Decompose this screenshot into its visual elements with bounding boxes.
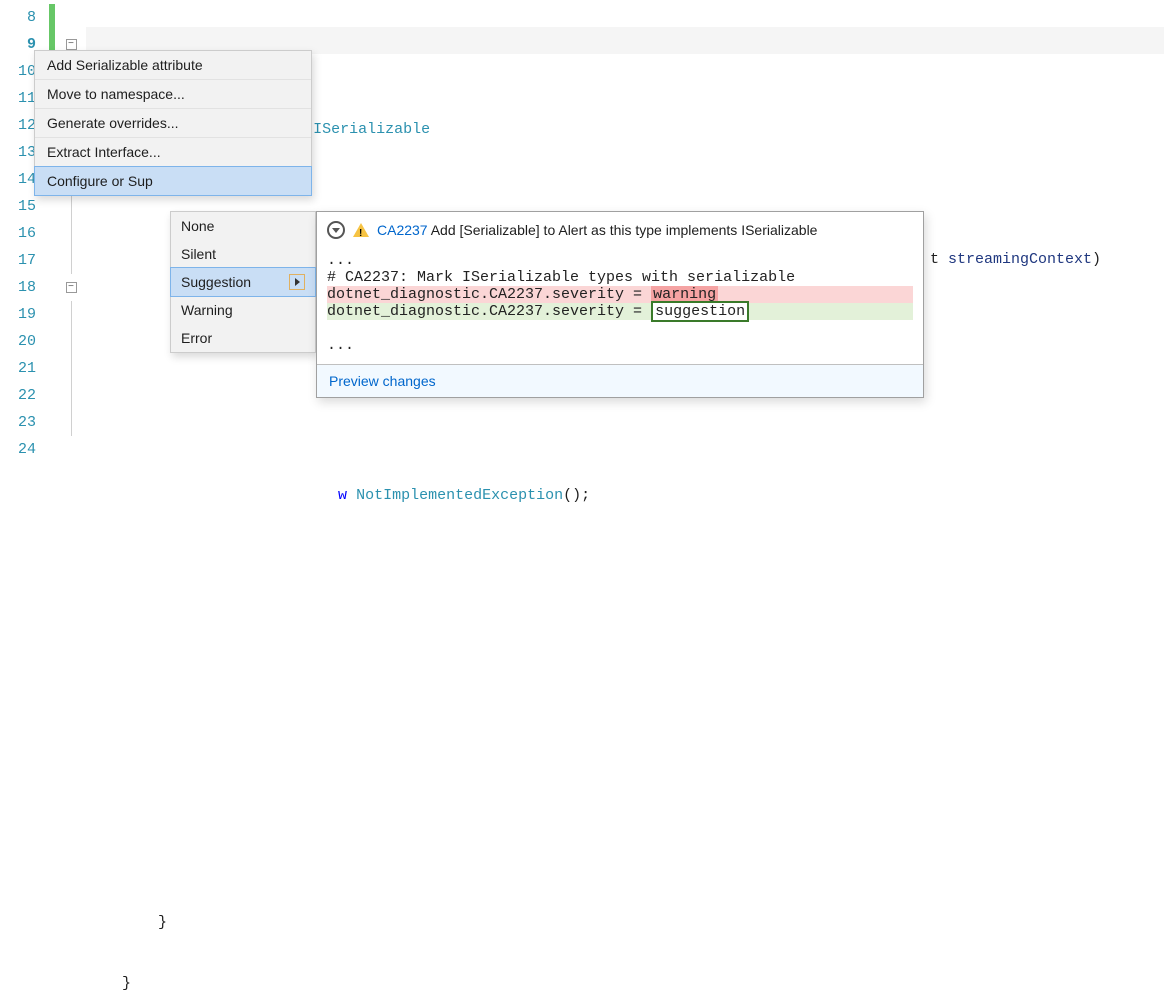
code-text: (); xyxy=(563,487,590,504)
submenu-item-suggestion[interactable]: Suggestion xyxy=(170,267,316,297)
code-line xyxy=(86,726,1164,753)
submenu-label: Error xyxy=(181,330,212,346)
code-fix-preview: CA2237 Add [Serializable] to Alert as th… xyxy=(316,211,924,398)
type-name: NotImplementedException xyxy=(356,487,563,504)
line-number: 14 xyxy=(0,166,36,193)
line-number: 17 xyxy=(0,247,36,274)
collapse-toggle-icon[interactable] xyxy=(327,221,345,239)
fold-toggle-icon[interactable]: − xyxy=(66,39,77,50)
menu-item-extract-interface[interactable]: Extract Interface... xyxy=(35,138,311,167)
line-number: 10 xyxy=(0,58,36,85)
fold-guide xyxy=(71,328,72,355)
line-number: 9 xyxy=(0,31,36,58)
code-line xyxy=(86,848,1164,875)
code-line: } xyxy=(86,970,1164,997)
fold-guide xyxy=(71,220,72,247)
ellipsis: ... xyxy=(327,252,354,269)
code-text: t xyxy=(930,251,948,268)
submenu-label: None xyxy=(181,218,214,234)
fold-toggle-icon[interactable]: − xyxy=(66,282,77,293)
line-number: 18 xyxy=(0,274,36,301)
line-number: 23 xyxy=(0,409,36,436)
menu-item-configure-suppress[interactable]: Configure or Sup xyxy=(34,166,312,196)
preview-footer: Preview changes xyxy=(317,364,923,397)
line-number: 11 xyxy=(0,85,36,112)
code-line: w NotImplementedException(); xyxy=(86,482,1164,509)
line-number: 19 xyxy=(0,301,36,328)
preview-header: CA2237 Add [Serializable] to Alert as th… xyxy=(317,212,923,248)
line-number: 16 xyxy=(0,220,36,247)
preview-title-text: Add [Serializable] to Alert as this type… xyxy=(431,222,818,238)
param-name: streamingContext xyxy=(948,251,1092,268)
line-number: 24 xyxy=(0,436,36,463)
preview-changes-link[interactable]: Preview changes xyxy=(329,373,436,389)
submenu-label: Silent xyxy=(181,246,216,262)
line-number: 21 xyxy=(0,355,36,382)
warning-icon xyxy=(353,223,369,237)
submenu-item-warning[interactable]: Warning xyxy=(171,296,315,324)
code-line xyxy=(86,604,1164,631)
diff-text: dotnet_diagnostic.CA2237.severity = xyxy=(327,286,651,303)
line-number: 8 xyxy=(0,4,36,31)
fold-guide xyxy=(71,409,72,436)
code-line xyxy=(86,787,1164,814)
fold-guide xyxy=(71,247,72,274)
diff-text: dotnet_diagnostic.CA2237.severity = xyxy=(327,303,651,320)
fold-guide xyxy=(71,301,72,328)
line-number: 20 xyxy=(0,328,36,355)
menu-item-move-to-namespace[interactable]: Move to namespace... xyxy=(35,80,311,109)
submenu-item-none[interactable]: None xyxy=(171,212,315,240)
diff-removed-line: dotnet_diagnostic.CA2237.severity = warn… xyxy=(327,286,913,303)
code-line xyxy=(86,543,1164,570)
submenu-label: Warning xyxy=(181,302,233,318)
preview-title: CA2237 Add [Serializable] to Alert as th… xyxy=(377,220,817,240)
diagnostic-link[interactable]: CA2237 xyxy=(377,222,428,238)
change-marker xyxy=(49,4,55,31)
menu-item-add-serializable[interactable]: Add Serializable attribute xyxy=(35,51,311,80)
diff-added-token: suggestion xyxy=(651,301,749,322)
code-text: } xyxy=(122,975,131,992)
preview-diff: ... # CA2237: Mark ISerializable types w… xyxy=(317,248,923,364)
line-number: 12 xyxy=(0,112,36,139)
partially-visible-code: t streamingContext) xyxy=(930,251,1101,268)
menu-item-generate-overrides[interactable]: Generate overrides... xyxy=(35,109,311,138)
interface-name: ISerializable xyxy=(313,121,430,138)
chevron-right-icon xyxy=(295,278,300,286)
severity-submenu: None Silent Suggestion Warning Error xyxy=(170,211,316,353)
code-line xyxy=(86,421,1164,448)
fold-guide xyxy=(71,193,72,220)
ellipsis: ... xyxy=(327,337,354,354)
fold-guide xyxy=(71,355,72,382)
code-text: } xyxy=(158,914,167,931)
punct: ) xyxy=(1092,251,1101,268)
keyword: w xyxy=(338,487,347,504)
diff-added-line: dotnet_diagnostic.CA2237.severity = sugg… xyxy=(327,303,913,320)
submenu-item-error[interactable]: Error xyxy=(171,324,315,352)
diff-comment-line: # CA2237: Mark ISerializable types with … xyxy=(327,269,795,286)
line-number: 22 xyxy=(0,382,36,409)
code-line xyxy=(86,665,1164,692)
fold-guide xyxy=(71,382,72,409)
quick-actions-menu: Add Serializable attribute Move to names… xyxy=(34,50,312,196)
submenu-label: Suggestion xyxy=(181,274,251,290)
line-number: 13 xyxy=(0,139,36,166)
code-line: } xyxy=(86,909,1164,936)
submenu-item-silent[interactable]: Silent xyxy=(171,240,315,268)
submenu-expand-icon[interactable] xyxy=(289,274,305,290)
line-number: 15 xyxy=(0,193,36,220)
